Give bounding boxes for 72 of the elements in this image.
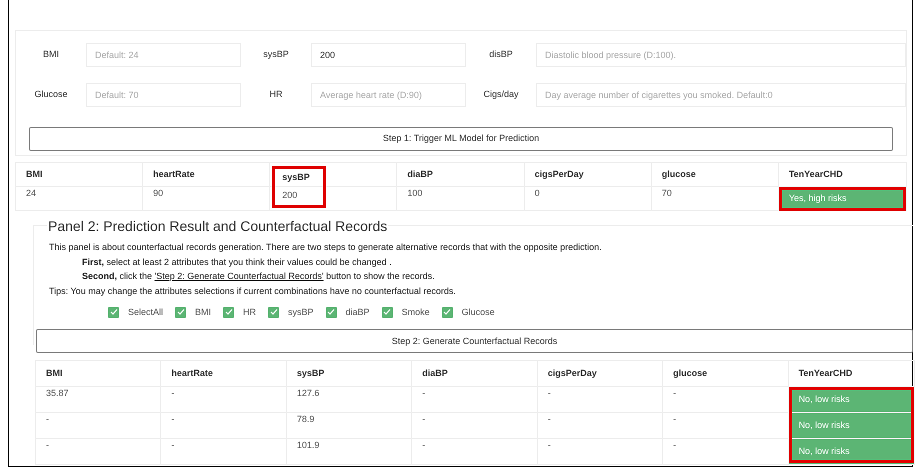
column-header: diaBP — [422, 367, 448, 380]
checkbox-label: SelectAll — [128, 306, 164, 319]
checkbox[interactable] — [223, 306, 234, 318]
table-cell-text: - — [548, 387, 551, 400]
field-label: Glucose — [33, 88, 69, 102]
column-header: diaBP — [407, 168, 433, 181]
column-header: sysBP — [296, 367, 324, 380]
table-cell-text: 24 — [26, 187, 36, 200]
field-label: Cigs/day — [482, 88, 520, 102]
table-cell-text: - — [422, 439, 426, 452]
checkbox[interactable] — [175, 306, 186, 318]
checkbox[interactable] — [442, 306, 453, 318]
table-cell-text: 70 — [662, 187, 672, 200]
table-cell-text: - — [171, 439, 174, 452]
field-label: BMI — [42, 48, 60, 62]
field-label: HR — [268, 88, 284, 102]
input-field[interactable]: Default: 24 — [86, 43, 241, 67]
table-cell: 200 — [272, 187, 326, 208]
instruction-text: Second, click the 'Step 2: Generate Counterfactual Records' button to show the records. — [81, 270, 436, 283]
table-cell-text: - — [548, 439, 551, 452]
checkbox-label: diaBP — [346, 306, 370, 319]
checkbox-label: Smoke — [402, 306, 430, 319]
panel-title: Panel 2: Prediction Result and Counterfactual Records — [47, 218, 388, 234]
field-label: disBP — [488, 48, 514, 62]
table-cell-text: - — [171, 413, 174, 426]
tips-text: Tips: You may change the attributes selections if current combinations have no counterfactual records. — [49, 284, 457, 298]
column-header: cigsPerDay — [548, 367, 597, 380]
checkbox[interactable] — [268, 306, 280, 318]
table-cell-text: 35.87 — [46, 387, 69, 400]
column-header: sysBP — [272, 166, 326, 187]
checkbox[interactable] — [382, 306, 393, 318]
table-cell-text: - — [46, 439, 49, 452]
column-header: heartRate — [153, 168, 195, 181]
column-header: TenYearCHD — [788, 168, 843, 181]
checkbox-label: Glucose — [462, 306, 495, 319]
column-header: BMI — [26, 168, 42, 181]
column-header: TenYearCHD — [798, 367, 852, 380]
field-label: sysBP — [262, 48, 290, 62]
table-cell-text: 101.9 — [296, 439, 320, 452]
checkbox-label: HR — [243, 306, 256, 319]
column-header: heartRate — [171, 367, 213, 380]
table-cell-text: - — [673, 387, 676, 400]
input-field[interactable]: 200 — [311, 43, 466, 67]
table-cell-text: - — [673, 439, 676, 452]
input-field[interactable]: Diastolic blood pressure (D:100). — [536, 43, 906, 67]
table-cell-text: 127.6 — [296, 387, 320, 400]
checkbox[interactable] — [326, 306, 337, 318]
checkbox[interactable] — [108, 306, 119, 318]
instruction-text: First, select at least 2 attributes that you think their values could be changed . — [81, 256, 393, 269]
table-cell-text: 0 — [534, 187, 540, 200]
table-cell-text: - — [673, 413, 676, 426]
button-link[interactable]: 'Step 2: Generate Counterfactual Records' — [154, 271, 324, 281]
column-header: glucose — [662, 168, 696, 181]
column-header: BMI — [46, 367, 62, 380]
table-cell-text: 78.9 — [296, 413, 314, 426]
table-cell-text: 100 — [407, 187, 422, 200]
table-cell-text: - — [171, 387, 174, 400]
column-header: glucose — [673, 367, 708, 380]
table-cell-text: - — [46, 413, 49, 426]
checkbox-label: BMI — [195, 306, 212, 319]
trigger-button[interactable]: Step 1: Trigger ML Model for Prediction — [29, 126, 893, 151]
input-field[interactable]: Day average number of cigarettes you smoked. Default:0 — [536, 83, 906, 107]
generate-button[interactable]: Step 2: Generate Counterfactual Records — [36, 329, 913, 354]
panel-description: This panel is about counterfactual records generation. There are two steps to generate alternative records that with the opposite prediction. — [49, 241, 603, 254]
column-header: cigsPerDay — [534, 168, 584, 181]
input-field[interactable]: Default: 70 — [86, 83, 241, 107]
table-cell-text: 90 — [153, 187, 164, 200]
checkbox-label: sysBP — [288, 306, 314, 319]
input-field[interactable]: Average heart rate (D:90) — [311, 83, 466, 107]
table-cell-text: - — [548, 413, 551, 426]
table-cell-text: - — [422, 387, 426, 400]
table-cell-text: - — [422, 413, 426, 426]
